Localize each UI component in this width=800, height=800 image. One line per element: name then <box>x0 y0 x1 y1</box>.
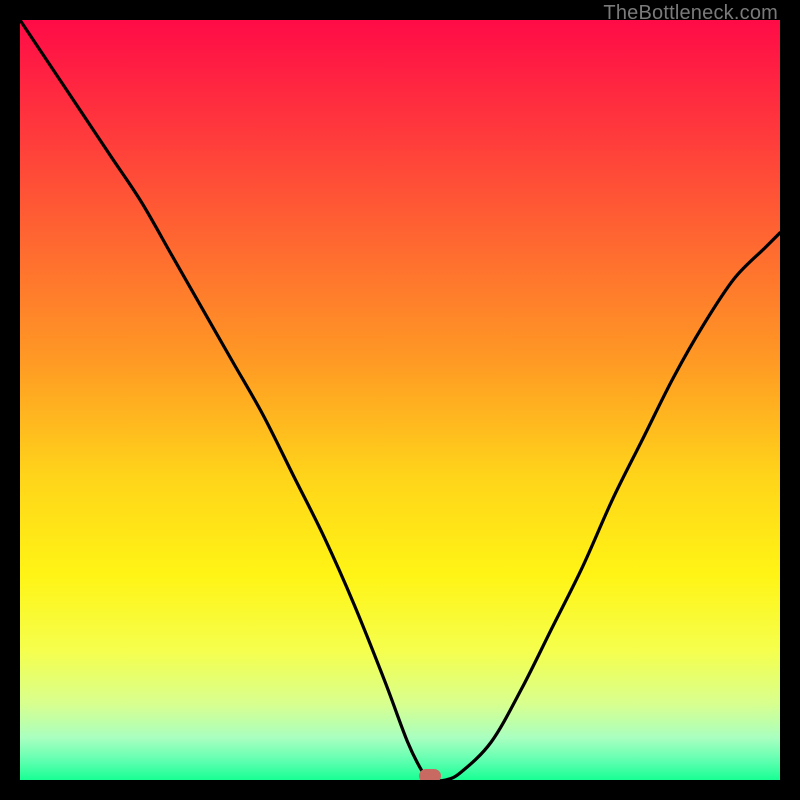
plot-area <box>20 20 780 780</box>
attribution-label: TheBottleneck.com <box>603 2 778 25</box>
bottleneck-curve <box>20 20 780 780</box>
optimal-marker <box>419 769 441 780</box>
chart-stage: TheBottleneck.com <box>0 0 800 800</box>
